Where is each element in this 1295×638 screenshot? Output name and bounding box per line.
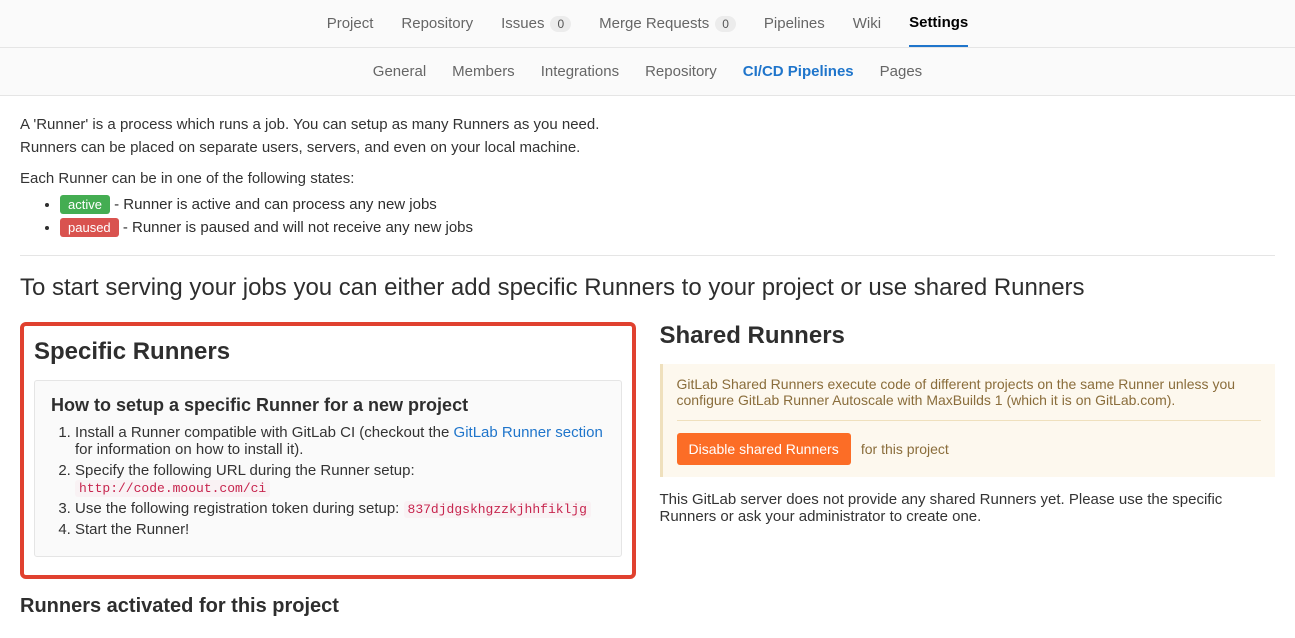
shared-runners-column: Shared Runners GitLab Shared Runners exe…	[660, 322, 1276, 525]
nav-wiki[interactable]: Wiki	[853, 14, 881, 47]
runner-url-code: http://code.moout.com/ci	[75, 480, 270, 497]
intro-section: A 'Runner' is a process which runs a job…	[20, 116, 1275, 237]
intro-line-3: Each Runner can be in one of the followi…	[20, 170, 1275, 187]
disable-shared-runners-button[interactable]: Disable shared Runners	[677, 433, 851, 465]
activated-runners-title: Runners activated for this project	[20, 595, 636, 618]
highlight-box: Specific Runners How to setup a specific…	[20, 322, 636, 579]
shared-info-text: GitLab Shared Runners execute code of di…	[677, 376, 1262, 408]
intro-line-1: A 'Runner' is a process which runs a job…	[20, 116, 1275, 133]
subnav-members[interactable]: Members	[452, 63, 515, 80]
nav-issues[interactable]: Issues0	[501, 14, 571, 47]
shared-info-box: GitLab Shared Runners execute code of di…	[660, 364, 1276, 477]
runner-state-active: active - Runner is active and can proces…	[60, 195, 1275, 214]
registration-token-code: 837djdgskhgzzkjhhfikljg	[404, 501, 591, 518]
subnav-pages[interactable]: Pages	[880, 63, 923, 80]
specific-runners-column: Specific Runners How to setup a specific…	[20, 322, 636, 618]
nav-settings[interactable]: Settings	[909, 14, 968, 47]
gitlab-runner-link[interactable]: GitLab Runner section	[454, 424, 603, 441]
subnav-cicd[interactable]: CI/CD Pipelines	[743, 63, 854, 80]
shared-runners-title: Shared Runners	[660, 322, 1276, 350]
active-badge: active	[60, 195, 110, 214]
subnav-general[interactable]: General	[373, 63, 426, 80]
step-4: Start the Runner!	[75, 521, 605, 538]
specific-runners-title: Specific Runners	[34, 338, 622, 366]
step-1: Install a Runner compatible with GitLab …	[75, 424, 605, 458]
nav-project[interactable]: Project	[327, 14, 374, 47]
step-2: Specify the following URL during the Run…	[75, 462, 605, 496]
sub-nav: General Members Integrations Repository …	[0, 48, 1295, 96]
divider	[20, 255, 1275, 256]
nav-pipelines[interactable]: Pipelines	[764, 14, 825, 47]
wide-heading: To start serving your jobs you can eithe…	[20, 274, 1275, 302]
issues-count: 0	[550, 16, 571, 32]
mr-count: 0	[715, 16, 736, 32]
top-nav: Project Repository Issues0 Merge Request…	[0, 0, 1295, 48]
for-project-text: for this project	[861, 441, 949, 457]
howto-heading: How to setup a specific Runner for a new…	[51, 395, 605, 416]
intro-line-2: Runners can be placed on separate users,…	[20, 139, 1275, 156]
step-3: Use the following registration token dur…	[75, 500, 605, 517]
nav-repository[interactable]: Repository	[401, 14, 473, 47]
runner-state-paused: paused - Runner is paused and will not r…	[60, 218, 1275, 237]
nav-merge-requests[interactable]: Merge Requests0	[599, 14, 736, 47]
info-divider	[677, 420, 1262, 421]
paused-badge: paused	[60, 218, 119, 237]
shared-runners-note: This GitLab server does not provide any …	[660, 491, 1276, 525]
subnav-repository[interactable]: Repository	[645, 63, 717, 80]
content-area: A 'Runner' is a process which runs a job…	[0, 96, 1295, 638]
subnav-integrations[interactable]: Integrations	[541, 63, 619, 80]
howto-panel: How to setup a specific Runner for a new…	[34, 380, 622, 557]
